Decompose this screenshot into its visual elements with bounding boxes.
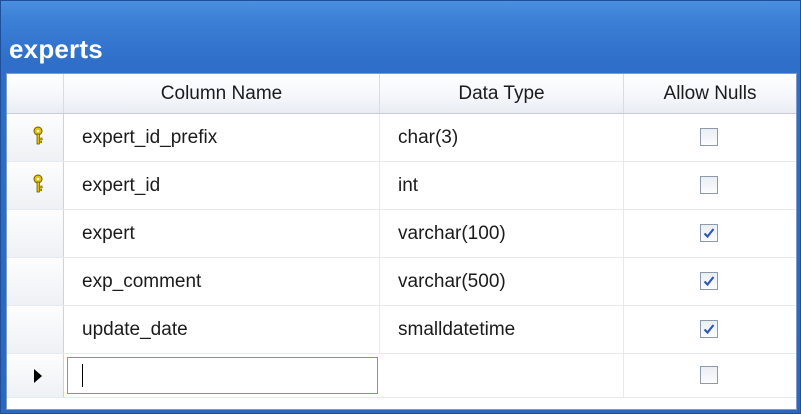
grid-header: Column Name Data Type Allow Nulls [7, 74, 796, 114]
row-selector[interactable] [7, 114, 64, 161]
data-type-cell[interactable] [380, 354, 624, 397]
column-name-cell[interactable]: expert_id [64, 162, 380, 209]
header-selector [7, 74, 64, 113]
row-selector[interactable] [7, 354, 64, 397]
allow-nulls-checkbox[interactable] [700, 224, 718, 242]
header-allow-nulls[interactable]: Allow Nulls [624, 74, 796, 113]
table-row[interactable]: exp_comment varchar(500) [7, 258, 796, 306]
checkmark-icon [703, 228, 715, 239]
column-name-cell[interactable]: expert [64, 210, 380, 257]
data-type-cell[interactable]: int [380, 162, 624, 209]
allow-nulls-checkbox[interactable] [700, 176, 718, 194]
column-name-cell[interactable]: expert_id_prefix [64, 114, 380, 161]
allow-nulls-checkbox[interactable] [700, 272, 718, 290]
allow-nulls-cell [624, 162, 796, 209]
table-row[interactable]: update_date smalldatetime [7, 306, 796, 354]
data-type-cell[interactable]: varchar(100) [380, 210, 624, 257]
row-pointer-icon [34, 369, 42, 383]
table-row[interactable]: expert_id_prefix char(3) [7, 114, 796, 162]
data-type-cell[interactable]: char(3) [380, 114, 624, 161]
row-selector[interactable] [7, 162, 64, 209]
columns-grid: Column Name Data Type Allow Nulls expert… [6, 73, 797, 410]
column-name-cell[interactable]: update_date [64, 306, 380, 353]
allow-nulls-cell [624, 306, 796, 353]
data-type-cell[interactable]: varchar(500) [380, 258, 624, 305]
new-row[interactable] [7, 354, 796, 398]
allow-nulls-checkbox[interactable] [700, 320, 718, 338]
table-title: experts [9, 34, 103, 64]
checkmark-icon [703, 324, 715, 335]
column-name-input[interactable] [67, 357, 378, 394]
header-column-name[interactable]: Column Name [64, 74, 380, 113]
table-designer-window: experts Column Name Data Type Allow Null… [0, 0, 801, 414]
allow-nulls-cell [624, 258, 796, 305]
key-icon [33, 174, 43, 193]
allow-nulls-checkbox[interactable] [700, 128, 718, 146]
header-data-type[interactable]: Data Type [380, 74, 624, 113]
allow-nulls-cell [624, 114, 796, 161]
allow-nulls-checkbox[interactable] [700, 366, 718, 384]
row-selector[interactable] [7, 210, 64, 257]
row-selector[interactable] [7, 306, 64, 353]
column-name-cell[interactable]: exp_comment [64, 258, 380, 305]
table-row[interactable]: expert varchar(100) [7, 210, 796, 258]
checkmark-icon [703, 276, 715, 287]
allow-nulls-cell [624, 354, 796, 397]
row-selector[interactable] [7, 258, 64, 305]
text-caret [82, 364, 83, 387]
data-type-cell[interactable]: smalldatetime [380, 306, 624, 353]
key-icon [33, 126, 43, 145]
allow-nulls-cell [624, 210, 796, 257]
table-row[interactable]: expert_id int [7, 162, 796, 210]
